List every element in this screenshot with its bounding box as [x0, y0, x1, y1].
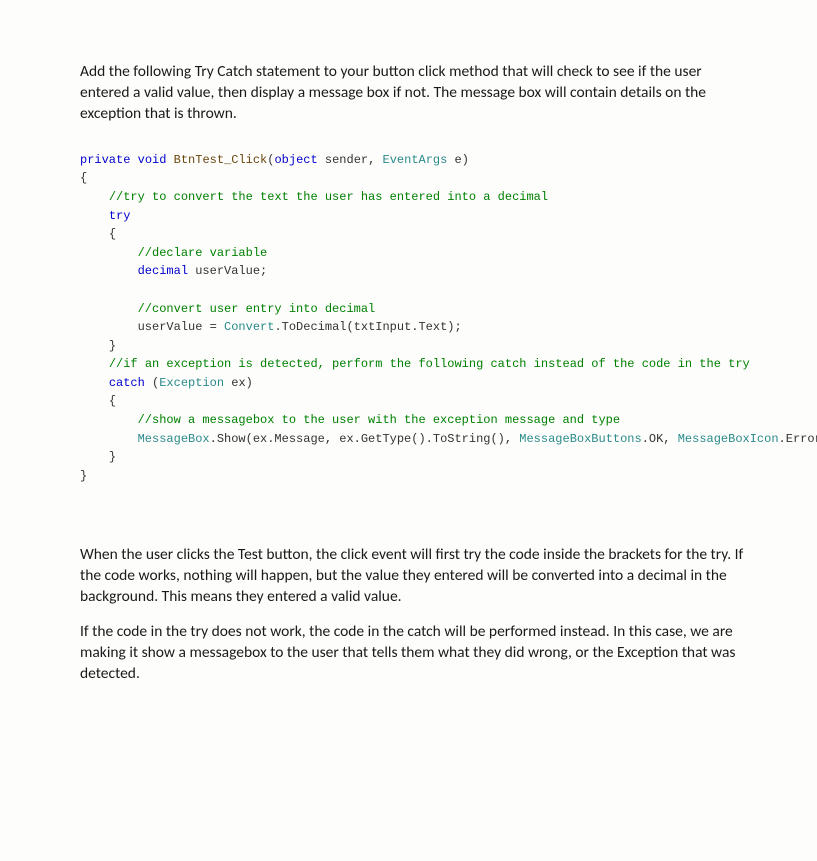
code-token: {	[109, 394, 116, 408]
code-token: MessageBoxButtons	[519, 432, 641, 446]
code-comment: //try to convert the text the user has e…	[109, 190, 548, 204]
code-token: MessageBox	[138, 432, 210, 446]
code-token: .ToDecimal(txtInput.Text);	[274, 320, 461, 334]
code-token: BtnTest_Click	[174, 153, 268, 167]
code-token: userValue =	[138, 320, 224, 334]
code-token: (	[145, 376, 159, 390]
followup-paragraph-1: When the user clicks the Test button, th…	[80, 545, 747, 608]
code-token: void	[138, 153, 167, 167]
code-token: {	[109, 227, 116, 241]
code-token: .Error);	[779, 432, 817, 446]
code-token: e)	[447, 153, 469, 167]
code-token: try	[109, 209, 131, 223]
code-token: sender	[318, 153, 368, 167]
code-token: decimal	[138, 264, 188, 278]
code-token: ex)	[224, 376, 253, 390]
code-token: }	[109, 339, 116, 353]
code-token: MessageBoxIcon	[678, 432, 779, 446]
code-token: EventArgs	[383, 153, 448, 167]
code-token: }	[80, 469, 87, 483]
code-token: private	[80, 153, 130, 167]
document-page: Add the following Try Catch statement to…	[0, 0, 817, 739]
code-token: userValue;	[188, 264, 267, 278]
code-token: catch	[109, 376, 145, 390]
code-token: .OK,	[642, 432, 678, 446]
code-token: {	[80, 171, 87, 185]
code-token: ,	[368, 153, 382, 167]
code-comment: //convert user entry into decimal	[138, 302, 376, 316]
code-token: object	[274, 153, 317, 167]
followup-paragraph-2: If the code in the try does not work, th…	[80, 622, 747, 685]
code-token: .Show(ex.Message, ex.GetType().ToString(…	[210, 432, 520, 446]
code-comment: //show a messagebox to the user with the…	[138, 413, 620, 427]
code-block: private void BtnTest_Click ( object sender…	[80, 151, 747, 486]
code-comment: //if an exception is detected, perform t…	[109, 357, 750, 371]
code-comment: //declare variable	[138, 246, 268, 260]
code-token: Convert	[224, 320, 274, 334]
intro-paragraph: Add the following Try Catch statement to…	[80, 62, 747, 125]
code-token: }	[109, 450, 116, 464]
code-token: Exception	[159, 376, 224, 390]
